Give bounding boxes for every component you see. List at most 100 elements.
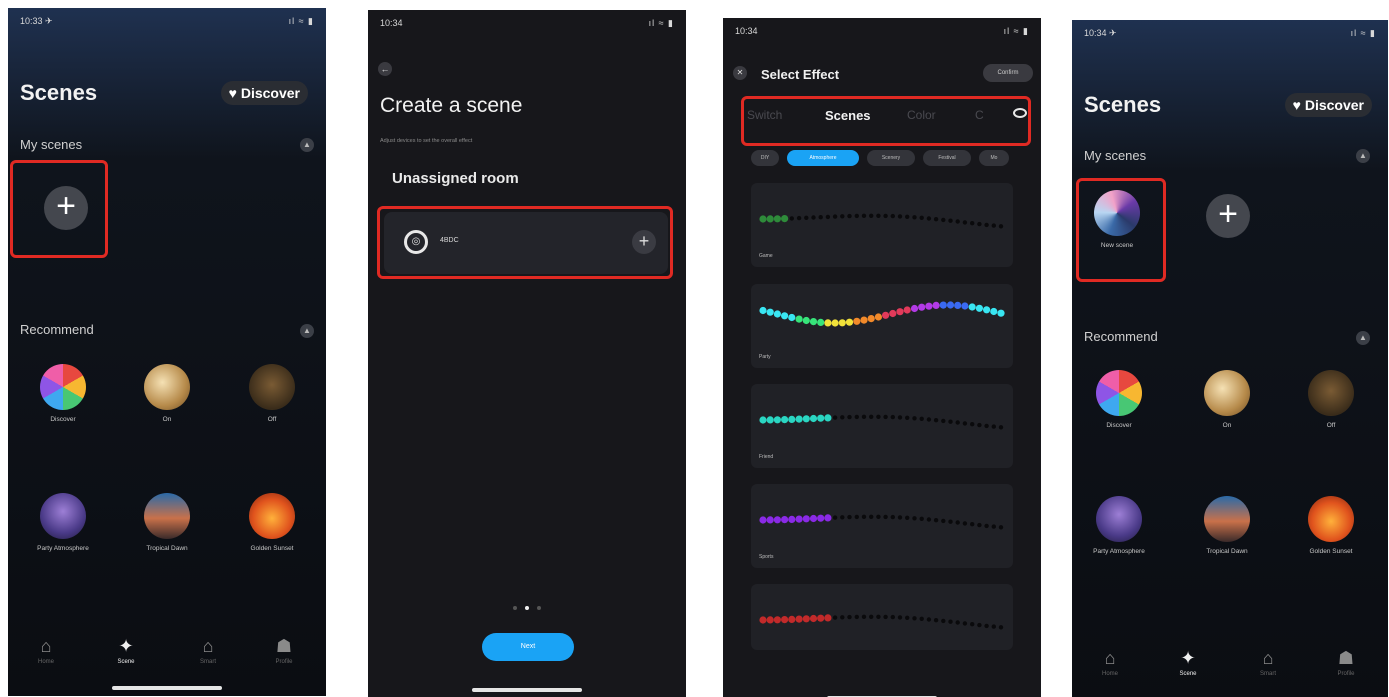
led-dot bbox=[933, 418, 939, 423]
scene-discover[interactable]: Discover bbox=[18, 364, 108, 423]
scene-tropical-dawn[interactable]: Tropical Dawn bbox=[1182, 496, 1272, 555]
led-dot bbox=[991, 223, 996, 228]
led-dot bbox=[941, 418, 946, 424]
category-chips: DIY Atmosphere Scenery Festival Mo bbox=[751, 150, 1041, 168]
scene-golden-sunset[interactable]: Golden Sunset bbox=[227, 493, 317, 552]
effect-card-sports[interactable]: Sports bbox=[751, 484, 1013, 568]
scene-label: Discover bbox=[1106, 422, 1132, 429]
discover-button[interactable]: ♥ Discover bbox=[220, 81, 308, 105]
tab-bar: ⌂ Home ✦ Scene ⌂ Smart ☗ Profile bbox=[1072, 648, 1388, 694]
led-dot bbox=[970, 221, 975, 226]
led-dot bbox=[983, 306, 991, 314]
chip-festival[interactable]: Festival bbox=[923, 150, 971, 166]
led-dot bbox=[854, 414, 859, 420]
scene-thumbnail bbox=[1308, 370, 1354, 416]
scene-off[interactable]: Off bbox=[227, 364, 317, 423]
tab-profile[interactable]: ☗ Profile bbox=[254, 636, 314, 665]
led-dot bbox=[890, 614, 895, 620]
scene-discover[interactable]: Discover bbox=[1074, 370, 1164, 429]
led-dot bbox=[984, 222, 989, 228]
scene-thumbnail bbox=[1204, 496, 1250, 542]
led-dot bbox=[919, 616, 924, 621]
scene-on[interactable]: On bbox=[122, 364, 212, 423]
effect-card-game[interactable]: Game bbox=[751, 183, 1013, 267]
highlight-box bbox=[741, 96, 1031, 146]
led-dot bbox=[781, 516, 789, 524]
room-heading: Unassigned room bbox=[392, 170, 519, 187]
tab-home[interactable]: ⌂ Home bbox=[16, 636, 76, 665]
tab-home[interactable]: ⌂ Home bbox=[1080, 648, 1140, 677]
led-dot bbox=[955, 620, 960, 625]
led-dot bbox=[955, 420, 960, 425]
led-dot bbox=[818, 215, 823, 220]
scene-party-atmosphere[interactable]: Party Atmosphere bbox=[1074, 496, 1164, 555]
scene-off[interactable]: Off bbox=[1286, 370, 1376, 429]
collapse-icon[interactable]: ▲ bbox=[1356, 149, 1370, 163]
led-dot bbox=[840, 415, 845, 420]
led-dot bbox=[977, 522, 982, 528]
scene-tropical-dawn[interactable]: Tropical Dawn bbox=[122, 493, 212, 552]
page-dot-active bbox=[525, 606, 529, 610]
chip-atmosphere[interactable]: Atmosphere bbox=[787, 150, 859, 166]
discover-button[interactable]: ♥ Discover bbox=[1284, 93, 1372, 117]
led-dot bbox=[795, 315, 803, 323]
flower-icon bbox=[40, 364, 86, 410]
led-dot bbox=[788, 415, 796, 423]
scene-on[interactable]: On bbox=[1182, 370, 1272, 429]
led-dot bbox=[912, 416, 917, 421]
chip-scenery[interactable]: Scenery bbox=[867, 150, 915, 166]
scene-golden-sunset[interactable]: Golden Sunset bbox=[1286, 496, 1376, 555]
next-button[interactable]: Next bbox=[482, 633, 574, 661]
led-dot bbox=[781, 215, 789, 223]
collapse-icon[interactable]: ▲ bbox=[300, 324, 314, 338]
led-dot bbox=[961, 302, 969, 310]
led-dot bbox=[796, 215, 802, 221]
scene-label: Golden Sunset bbox=[1309, 548, 1353, 555]
tab-smart[interactable]: ⌂ Smart bbox=[1238, 648, 1298, 677]
status-icons: ıl ≈ ▮ bbox=[1350, 28, 1376, 38]
scene-thumbnail bbox=[40, 493, 86, 539]
effect-card-friend[interactable]: Friend bbox=[751, 384, 1013, 468]
tab-label: Home bbox=[37, 659, 54, 665]
led-dot bbox=[817, 614, 825, 622]
led-dot bbox=[970, 622, 975, 627]
scene-thumbnail bbox=[144, 364, 190, 410]
led-dot bbox=[845, 318, 854, 326]
tab-scene[interactable]: ✦ Scene bbox=[1158, 648, 1218, 677]
collapse-icon[interactable]: ▲ bbox=[300, 138, 314, 152]
led-dot bbox=[824, 514, 832, 522]
highlight-box bbox=[1076, 178, 1166, 282]
led-dot bbox=[809, 614, 818, 623]
led-dot bbox=[905, 214, 910, 219]
led-dot bbox=[759, 416, 767, 424]
status-bar: 10:34 ıl ≈ ▮ bbox=[380, 18, 674, 32]
led-dot bbox=[919, 516, 924, 521]
led-dot bbox=[977, 422, 982, 428]
effect-card-party[interactable]: Party bbox=[751, 284, 1013, 368]
effect-card-red[interactable] bbox=[751, 584, 1013, 650]
led-dot bbox=[832, 615, 838, 620]
led-dot bbox=[912, 215, 917, 220]
chip-more[interactable]: Mo bbox=[979, 150, 1009, 166]
collapse-icon[interactable]: ▲ bbox=[1356, 331, 1370, 345]
scene-party-atmosphere[interactable]: Party Atmosphere bbox=[18, 493, 108, 552]
led-dot bbox=[861, 614, 867, 619]
chip-diy[interactable]: DIY bbox=[751, 150, 779, 166]
confirm-button[interactable]: Confirm bbox=[983, 64, 1033, 82]
led-dot bbox=[874, 313, 882, 321]
led-dot bbox=[941, 618, 946, 624]
led-dot bbox=[824, 319, 832, 327]
close-icon[interactable]: ✕ bbox=[733, 66, 747, 80]
led-dot bbox=[781, 616, 789, 624]
scenes-screen: 10:33 ✈ ıl ≈ ▮ Scenes ♥ Discover My scen… bbox=[8, 8, 326, 696]
add-scene-button[interactable]: + bbox=[1206, 194, 1250, 238]
tab-smart[interactable]: ⌂ Smart bbox=[178, 636, 238, 665]
led-dot bbox=[912, 516, 917, 521]
tab-profile[interactable]: ☗ Profile bbox=[1316, 648, 1376, 677]
tab-scene[interactable]: ✦ Scene bbox=[96, 636, 156, 665]
scene-label: Golden Sunset bbox=[250, 545, 294, 552]
back-arrow-icon[interactable]: ← bbox=[378, 62, 392, 76]
my-scenes-heading: My scenes bbox=[20, 137, 83, 152]
led-dot bbox=[948, 519, 953, 524]
led-dot bbox=[802, 515, 810, 523]
